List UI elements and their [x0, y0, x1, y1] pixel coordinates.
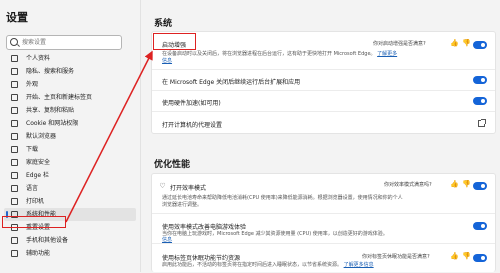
annotation-arrow: [65, 50, 153, 223]
